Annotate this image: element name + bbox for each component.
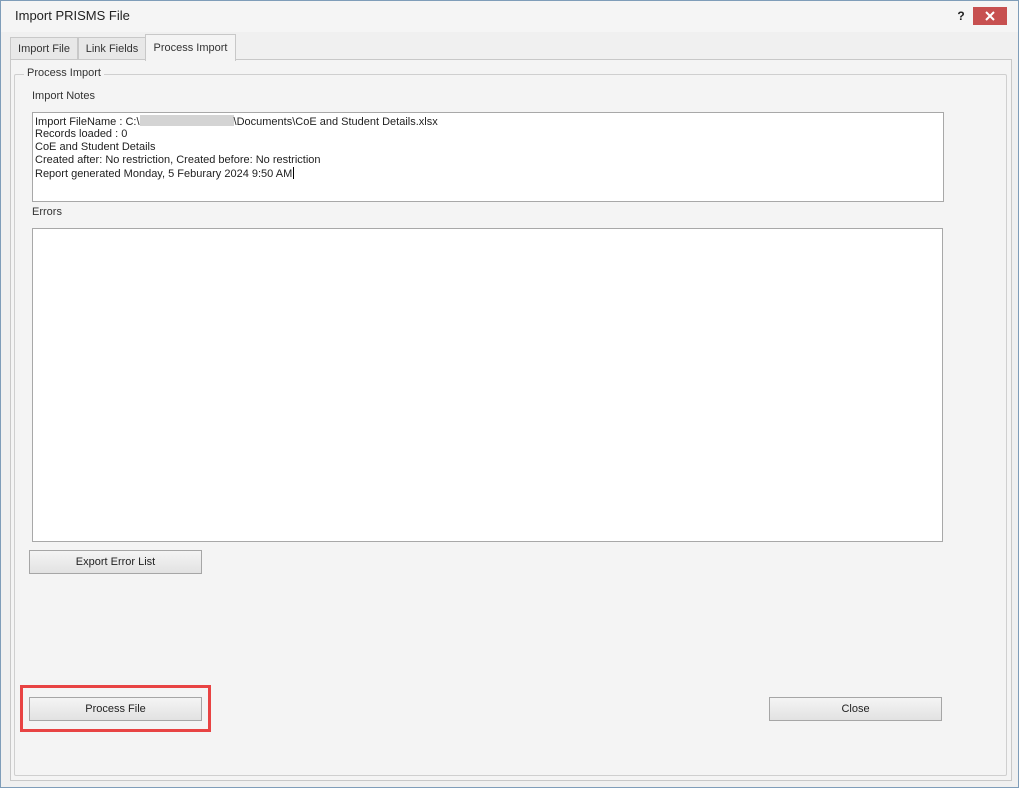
note-generated: Report generated Monday, 5 Feburary 2024… [35,167,295,180]
import-notes-textarea[interactable]: Import FileName : C:\ \Documents\CoE and … [32,112,944,202]
note-filename: Import FileName : C:\ \Documents\CoE and … [35,115,438,128]
note-restrictions: Created after: No restriction, Created b… [35,154,321,166]
window-close-button[interactable] [973,7,1007,25]
text-caret [293,167,295,179]
close-icon [985,11,995,21]
title-bar: Import PRISMS File ? [1,1,1018,32]
tab-process-import[interactable]: Process Import [145,34,236,61]
help-button[interactable]: ? [951,7,971,25]
import-prisms-window: Import PRISMS File ? Import File Link Fi… [0,0,1019,788]
tab-import-file[interactable]: Import File [10,37,78,60]
process-file-button[interactable]: Process File [29,697,202,721]
tab-link-fields[interactable]: Link Fields [78,37,146,60]
note-records-loaded: Records loaded : 0 [35,128,128,140]
note-report-name: CoE and Student Details [35,141,156,153]
export-error-list-button[interactable]: Export Error List [29,550,202,574]
process-import-panel: Process Import Import Notes Import FileN… [10,59,1012,781]
redacted-path [139,115,234,126]
errors-list[interactable] [32,228,943,542]
window-title: Import PRISMS File [15,8,130,23]
errors-label: Errors [32,206,62,218]
import-notes-label: Import Notes [32,90,95,102]
group-legend: Process Import [24,67,104,79]
close-button[interactable]: Close [769,697,942,721]
process-import-group: Process Import Import Notes Import FileN… [14,67,1007,776]
